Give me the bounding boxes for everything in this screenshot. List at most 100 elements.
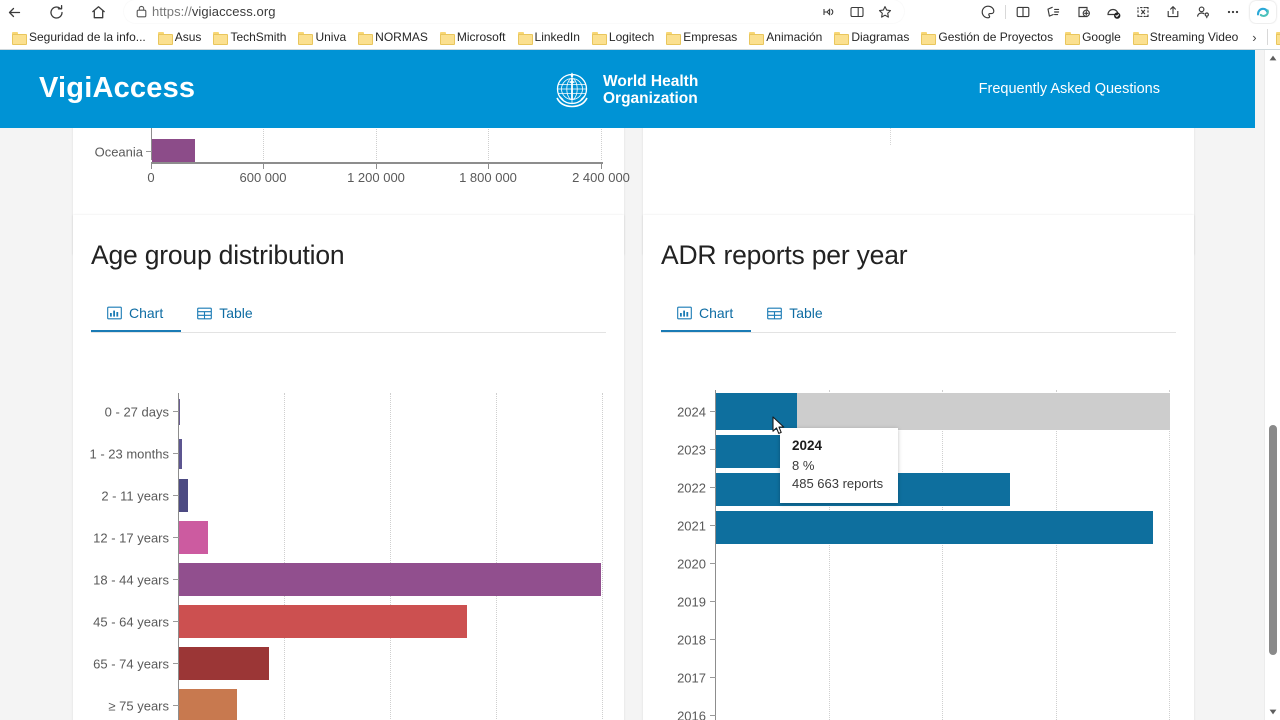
copilot-icon[interactable] [1250, 1, 1276, 23]
x-tick-label: 2 400 000 [572, 170, 630, 185]
tab-table-age[interactable]: Table [181, 295, 270, 331]
settings-profile-icon[interactable] [1188, 0, 1218, 24]
page-scrollbar[interactable] [1264, 50, 1280, 720]
tick [710, 639, 716, 640]
read-aloud-icon[interactable] [816, 1, 842, 23]
split-screen-toggle-icon[interactable] [1008, 0, 1038, 24]
bar[interactable] [179, 563, 601, 596]
bar[interactable] [716, 511, 1153, 544]
bookmark-item[interactable]: Logitech [586, 26, 660, 48]
bar-label: 12 - 17 years [93, 530, 169, 546]
tab-label: Chart [129, 305, 164, 321]
bookmark-item[interactable]: TechSmith [207, 26, 292, 48]
bar-row[interactable]: 2018 [677, 621, 1170, 659]
screenshot-icon[interactable] [1128, 0, 1158, 24]
bar-row[interactable]: 2019 [677, 583, 1170, 621]
scroll-up-arrow-icon[interactable] [1265, 50, 1280, 66]
bar[interactable] [179, 689, 237, 720]
bookmark-item[interactable]: NORMAS [352, 26, 434, 48]
url-text: https://vigiaccess.org [152, 4, 276, 19]
add-profile-icon[interactable] [1068, 0, 1098, 24]
bookmark-label: Animación [766, 30, 823, 44]
bookmark-item[interactable]: Google [1059, 26, 1127, 48]
bar-row[interactable]: 1 - 23 months [90, 437, 603, 471]
faq-link[interactable]: Frequently Asked Questions [979, 81, 1160, 97]
collections-icon[interactable] [1038, 0, 1068, 24]
address-bar[interactable]: https://vigiaccess.org [124, 0, 904, 23]
bar-label: 2022 [677, 480, 706, 496]
bookmark-item[interactable]: Microsoft [434, 26, 512, 48]
toolbar-divider [1005, 5, 1006, 19]
bar[interactable] [179, 647, 269, 680]
bar[interactable] [179, 399, 180, 425]
refresh-icon[interactable] [42, 1, 70, 23]
site-brand[interactable]: VigiAccess [39, 72, 195, 105]
bar[interactable] [179, 521, 208, 554]
bar-label: 2019 [677, 594, 706, 610]
bookmark-item[interactable]: Animación [743, 26, 828, 48]
bar-row[interactable]: 65 - 74 years [93, 647, 603, 681]
bar-row[interactable]: 2021 [677, 507, 1170, 545]
bar-row[interactable]: 2017 [677, 659, 1170, 697]
split-screen-icon[interactable] [844, 1, 870, 23]
bar-label: 1 - 23 months [89, 446, 170, 462]
folder-icon [591, 31, 607, 45]
bar-row[interactable]: 12 - 17 years [93, 521, 603, 555]
bookmark-item[interactable]: Univa [292, 26, 352, 48]
bar-row[interactable]: 2020 [677, 545, 1170, 583]
bookmark-item[interactable]: Empresas [660, 26, 743, 48]
bar-label: 2023 [677, 442, 706, 458]
more-options-icon[interactable] [1218, 0, 1248, 24]
bookmark-item[interactable]: Seguridad de la info... [6, 26, 152, 48]
x-tick-label: 1 800 000 [459, 170, 517, 185]
tab-chart-year[interactable]: Chart [661, 295, 752, 332]
bar[interactable] [179, 439, 182, 469]
scrollbar-thumb[interactable] [1269, 425, 1277, 655]
performance-icon[interactable] [1098, 0, 1128, 24]
bookmark-item[interactable]: Asus [152, 26, 208, 48]
bar-row[interactable]: 18 - 44 years [93, 563, 603, 597]
bookmark-item[interactable]: Diagramas [828, 26, 915, 48]
tab-chart-age[interactable]: Chart [91, 295, 182, 332]
favorite-star-icon[interactable] [872, 1, 898, 23]
bookmark-item[interactable]: Streaming Video [1127, 26, 1245, 48]
who-line-2: Organization [603, 90, 698, 107]
tick [151, 164, 152, 169]
bar-row[interactable]: 0 - 27 days [105, 395, 603, 429]
tab-table-year[interactable]: Table [751, 295, 840, 331]
bar-label: 45 - 64 years [93, 614, 169, 630]
bar[interactable] [152, 139, 195, 163]
scroll-down-arrow-icon[interactable] [1265, 704, 1280, 720]
bar-row[interactable]: 2 - 11 years [101, 479, 603, 513]
bar-row[interactable]: ≥ 75 years [108, 689, 603, 720]
tick [376, 164, 377, 169]
bar-label: 2020 [677, 556, 706, 572]
bar-row[interactable]: Oceania [95, 139, 603, 164]
bookmark-item[interactable]: LinkedIn [512, 26, 586, 48]
home-icon[interactable] [84, 1, 112, 23]
tick [710, 715, 716, 716]
browser-essentials-icon[interactable] [973, 0, 1003, 24]
folder-icon [157, 31, 173, 45]
bookmark-other-favorites[interactable]: Otros favoritos [1270, 26, 1280, 48]
mouse-cursor [772, 416, 785, 434]
bookmark-item[interactable]: Gestión de Proyectos [915, 26, 1059, 48]
folder-icon [517, 31, 533, 45]
bookmarks-overflow-chevron-icon[interactable]: › [1244, 30, 1264, 45]
share-icon[interactable] [1158, 0, 1188, 24]
x-axis-labels: 0 600 000 1 200 000 1 800 000 2 400 000 [147, 170, 630, 190]
back-arrow-icon[interactable] [0, 1, 28, 23]
tooltip-title: 2024 [792, 438, 823, 453]
bookmark-label: Microsoft [456, 30, 506, 44]
x-tick-label: 600 000 [239, 170, 287, 185]
bookmark-label: Google [1082, 30, 1121, 44]
bar-label: Oceania [94, 144, 143, 160]
who-wordmark: World Health Organization [603, 73, 698, 108]
bar[interactable] [179, 605, 467, 638]
url-scheme: https:// [152, 4, 192, 19]
bar-row[interactable]: 45 - 64 years [93, 605, 603, 639]
bar[interactable] [179, 479, 188, 512]
card-age-group-distribution: Age group distribution Chart Table 0 - 2… [73, 215, 624, 720]
tab-label: Table [219, 305, 253, 321]
bar-row[interactable]: 2016 [677, 697, 1170, 720]
